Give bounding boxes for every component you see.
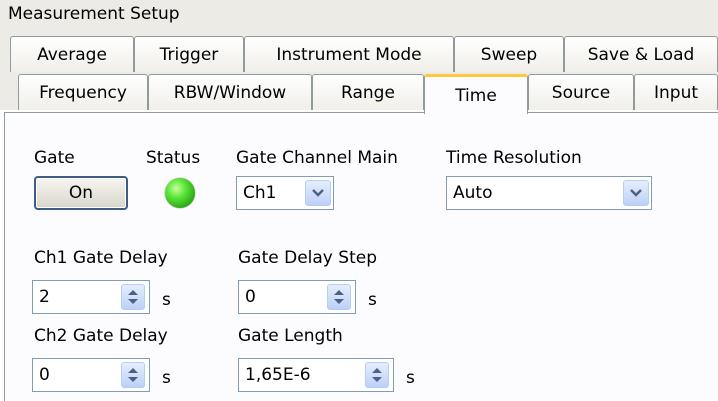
tab-source[interactable]: Source [528,74,634,110]
gate-label: Gate [34,148,75,168]
tab-instrument-mode[interactable]: Instrument Mode [244,36,454,72]
ch2-gate-delay-label: Ch2 Gate Delay [34,326,168,346]
gate-delay-step-value: 0 [245,287,256,307]
status-indicator-icon [165,178,195,208]
ch1-gate-delay-label: Ch1 Gate Delay [34,248,168,268]
tab-time[interactable]: Time [424,74,528,114]
gate-length-label: Gate Length [238,326,343,346]
chevron-down-icon[interactable] [305,180,331,206]
gate-length-input[interactable]: 1,65E-6 [238,358,394,392]
spinner-icon[interactable] [327,284,351,310]
time-resolution-value: Auto [453,183,493,203]
tab-input[interactable]: Input [634,74,718,110]
tab-average[interactable]: Average [10,36,134,72]
tab-save-load[interactable]: Save & Load [564,36,718,72]
status-label: Status [146,148,201,168]
gate-delay-step-unit: s [368,290,377,310]
ch1-gate-delay-input[interactable]: 2 [32,280,150,314]
gate-delay-step-input[interactable]: 0 [238,280,356,314]
tab-trigger[interactable]: Trigger [134,36,244,72]
gate-channel-main-select[interactable]: Ch1 [236,176,334,210]
gate-on-button[interactable]: On [34,176,128,210]
ch2-gate-delay-unit: s [162,368,171,388]
ch1-gate-delay-unit: s [162,290,171,310]
window-title: Measurement Setup [8,4,180,24]
tab-rbw-window[interactable]: RBW/Window [148,74,312,110]
tab-frequency[interactable]: Frequency [18,74,148,110]
spinner-icon[interactable] [121,284,145,310]
chevron-down-icon[interactable] [623,180,649,206]
ch2-gate-delay-input[interactable]: 0 [32,358,150,392]
gate-length-unit: s [406,368,415,388]
gate-channel-main-value: Ch1 [243,183,277,203]
time-resolution-label: Time Resolution [446,148,582,168]
gate-channel-main-label: Gate Channel Main [236,148,398,168]
spinner-icon[interactable] [121,362,145,388]
ch2-gate-delay-value: 0 [39,365,50,385]
gate-length-value: 1,65E-6 [245,365,311,385]
ch1-gate-delay-value: 2 [39,287,50,307]
gate-delay-step-label: Gate Delay Step [238,248,377,268]
time-resolution-select[interactable]: Auto [446,176,652,210]
tab-sweep[interactable]: Sweep [454,36,564,72]
spinner-icon[interactable] [365,362,389,388]
tab-range[interactable]: Range [312,74,424,110]
